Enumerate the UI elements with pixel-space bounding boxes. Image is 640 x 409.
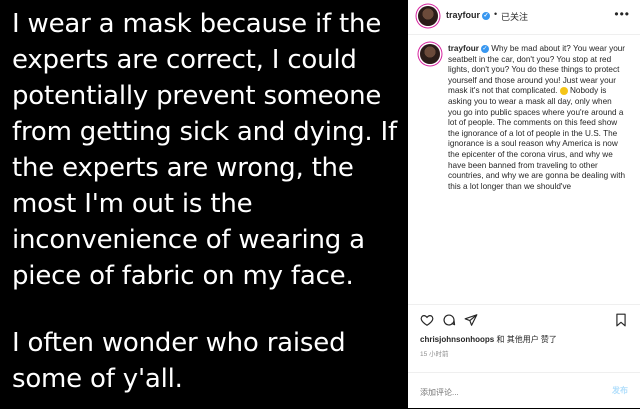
- action-bar: [408, 304, 640, 331]
- caption-username[interactable]: trayfour: [448, 44, 479, 53]
- header-username[interactable]: trayfour ✓: [446, 10, 491, 20]
- liked-by-user[interactable]: chrisjohnsonhoops: [420, 335, 494, 344]
- post-image[interactable]: I wear a mask because if the experts are…: [0, 0, 408, 408]
- image-text-paragraph-2: I often wonder who raised some of y'all.: [12, 328, 346, 394]
- post-timestamp[interactable]: 15 小时前: [420, 348, 449, 358]
- caption-avatar[interactable]: [420, 44, 440, 64]
- more-options-icon[interactable]: •••: [614, 7, 630, 21]
- separator-dot: •: [494, 9, 498, 19]
- verified-badge-icon: ✓: [482, 11, 491, 20]
- follow-status[interactable]: 已关注: [501, 10, 528, 23]
- post-comment-button[interactable]: 发布: [612, 385, 628, 396]
- bookmark-icon[interactable]: [614, 313, 628, 327]
- heart-icon[interactable]: [420, 313, 434, 327]
- header-username-text[interactable]: trayfour: [446, 10, 480, 20]
- comment-input[interactable]: [420, 385, 580, 399]
- share-icon[interactable]: [464, 313, 478, 327]
- emoji-icon: [559, 87, 568, 96]
- image-text-paragraph-1: I wear a mask because if the experts are…: [12, 9, 397, 291]
- avatar[interactable]: [418, 6, 438, 26]
- caption-body-2: Nobody is asking you to wear a mask all …: [448, 86, 626, 191]
- post-side-panel: trayfour ✓ • 已关注 ••• trayfour ✓ Why be mad…: [408, 0, 640, 408]
- instagram-post: I wear a mask because if the experts are…: [0, 0, 640, 408]
- caption-text: trayfour ✓ Why be mad about it? You wear …: [448, 44, 626, 192]
- post-header: trayfour ✓ • 已关注 •••: [408, 0, 640, 35]
- verified-badge-icon: ✓: [480, 44, 489, 53]
- comment-bar: 发布: [408, 372, 640, 409]
- caption: trayfour ✓ Why be mad about it? You wear …: [408, 34, 640, 302]
- likes-line: chrisjohnsonhoops 和 其他用户 赞了: [420, 334, 557, 345]
- likes-text: 和 其他用户 赞了: [496, 335, 557, 344]
- comment-icon[interactable]: [442, 313, 456, 327]
